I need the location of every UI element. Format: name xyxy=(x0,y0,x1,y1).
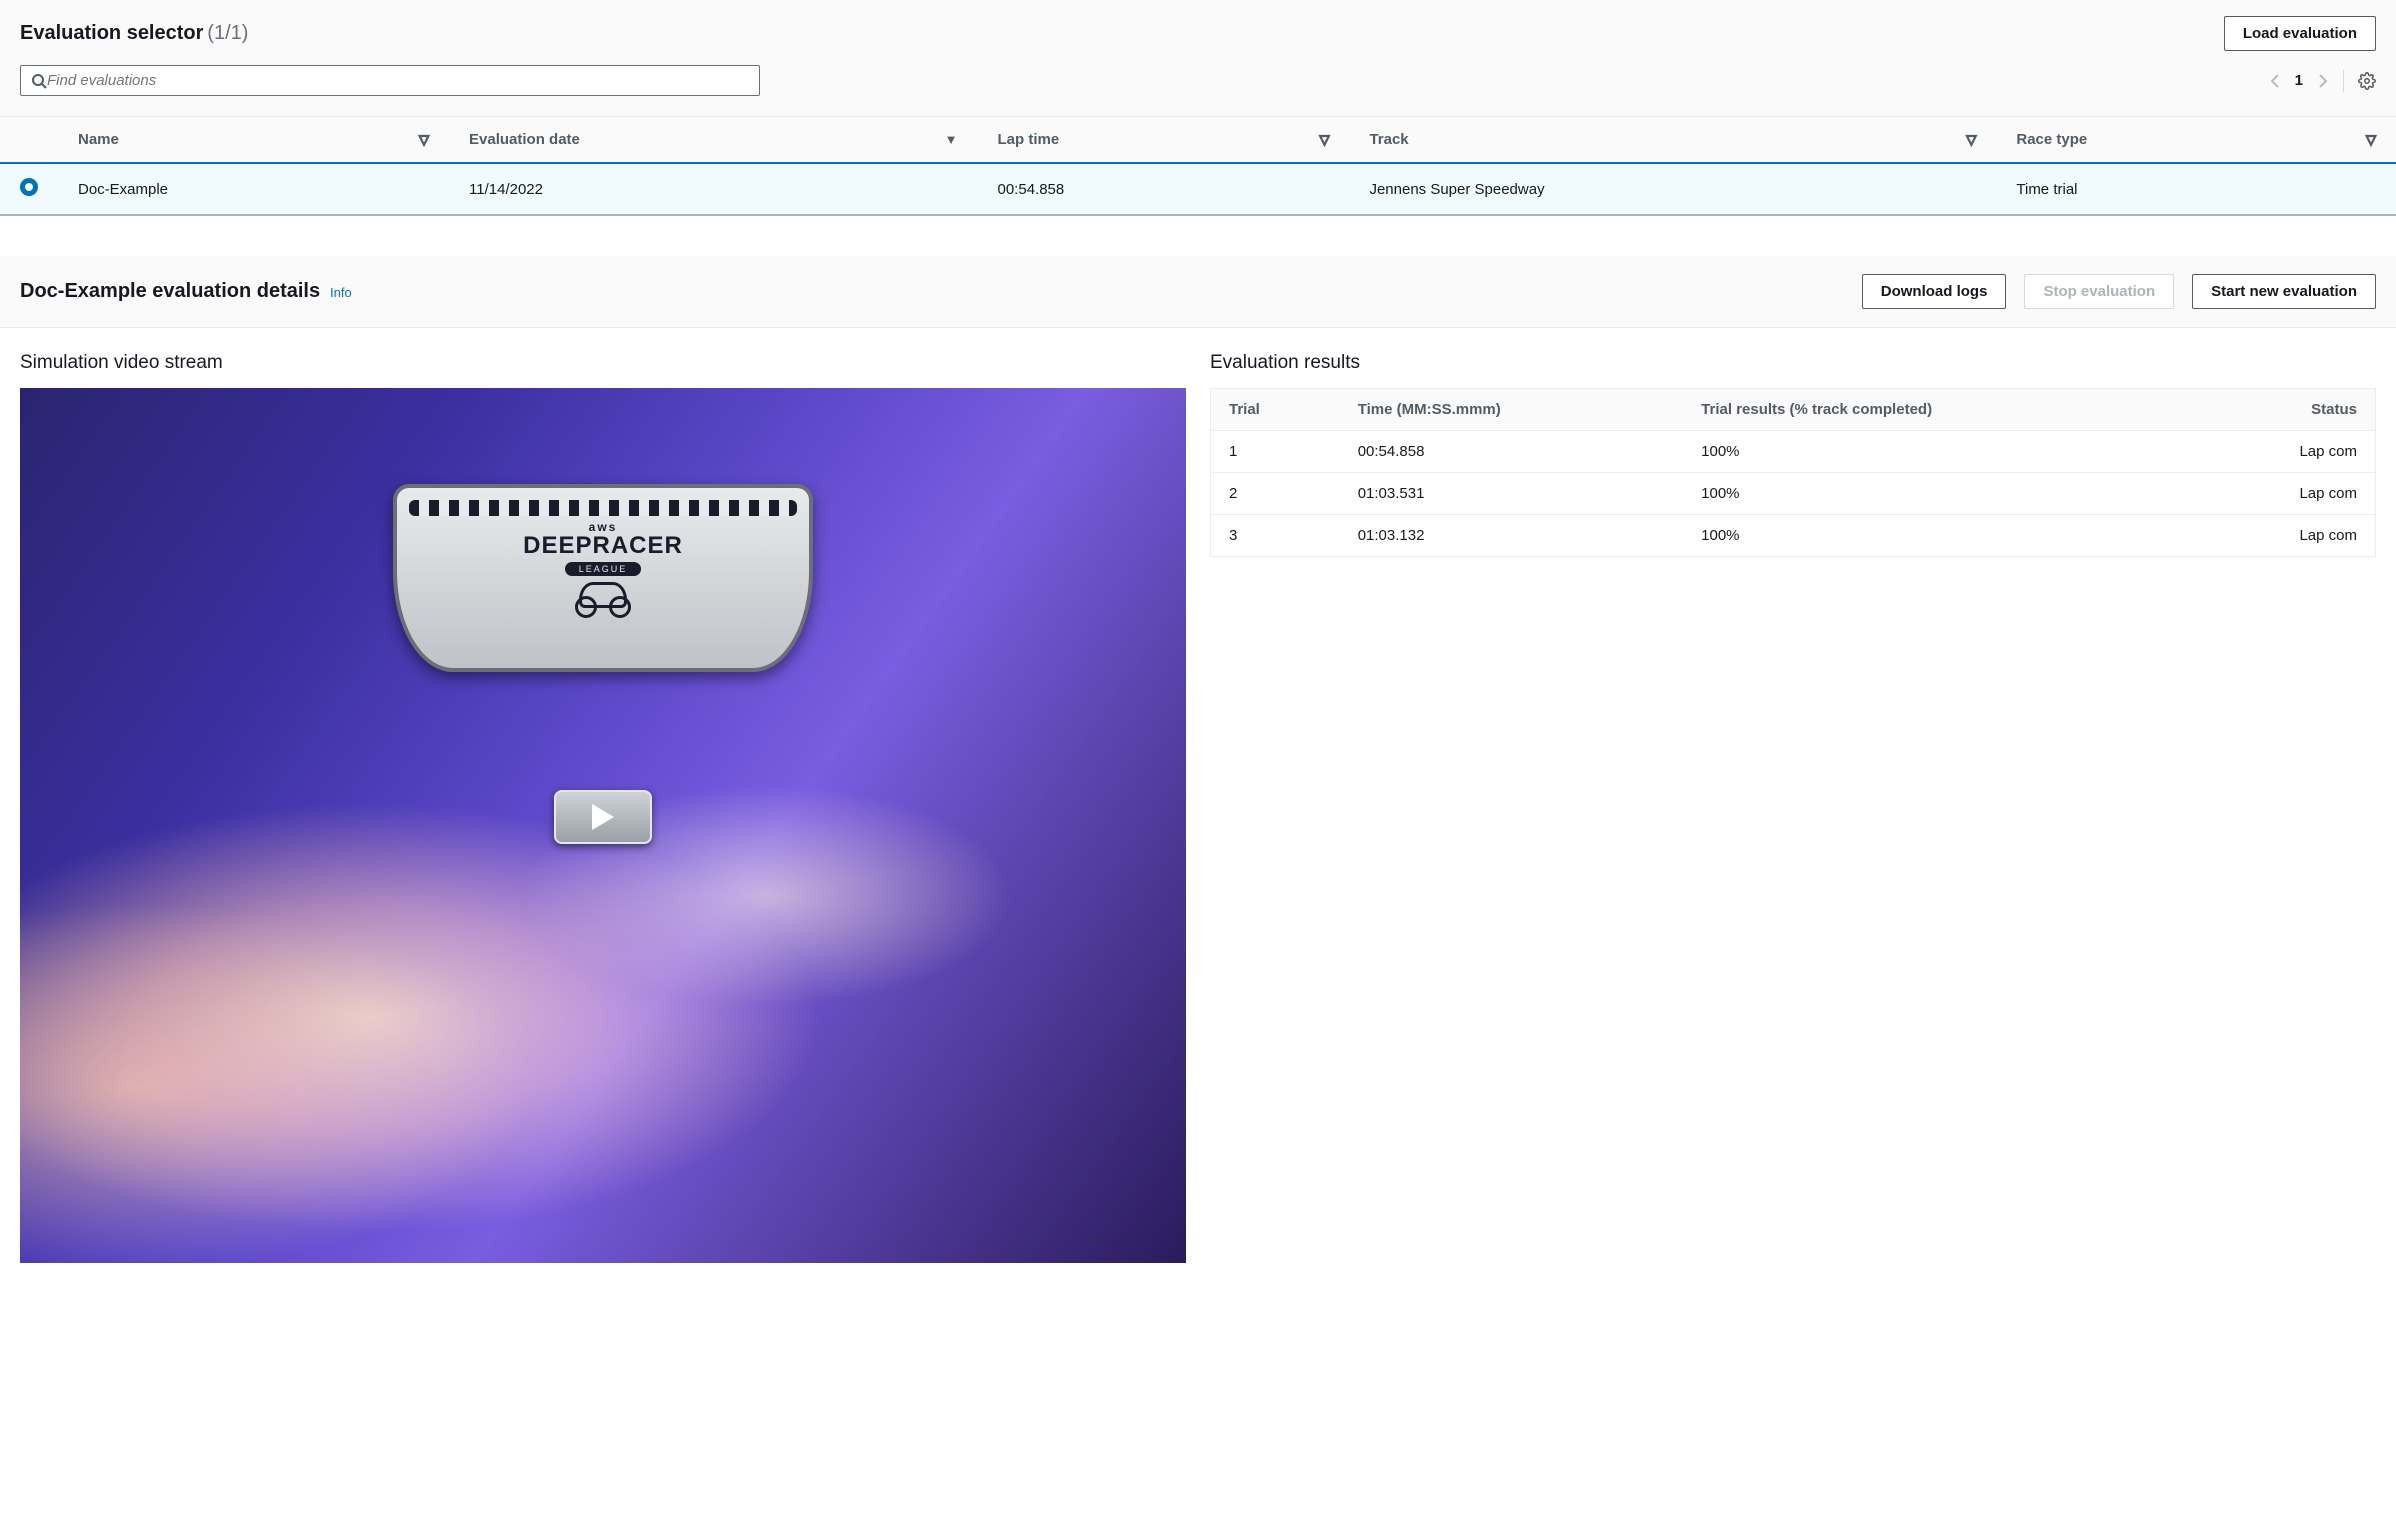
search-input[interactable] xyxy=(47,72,749,89)
stop-evaluation-button: Stop evaluation xyxy=(2024,274,2174,309)
row-date: 11/14/2022 xyxy=(449,163,977,215)
results-cell-time: 01:03.531 xyxy=(1340,473,1683,515)
col-name[interactable]: Name▽ xyxy=(58,117,449,163)
details-title: Doc-Example evaluation details xyxy=(20,280,320,302)
col-race[interactable]: Race type▽ xyxy=(1996,117,2396,163)
tools-separator xyxy=(2343,70,2344,92)
results-row: 301:03.132100%Lap com xyxy=(1211,515,2376,557)
row-track: Jennens Super Speedway xyxy=(1349,163,1996,215)
start-new-evaluation-button[interactable]: Start new evaluation xyxy=(2192,274,2376,309)
col-lap[interactable]: Lap time▽ xyxy=(978,117,1350,163)
col-time: Time (MM:SS.mmm) xyxy=(1340,389,1683,431)
selector-title: Evaluation selector xyxy=(20,22,203,44)
col-pct: Trial results (% track completed) xyxy=(1683,389,2195,431)
results-table: Trial Time (MM:SS.mmm) Trial results (% … xyxy=(1210,388,2376,557)
col-track[interactable]: Track▽ xyxy=(1349,117,1996,163)
load-evaluation-button[interactable]: Load evaluation xyxy=(2224,16,2376,51)
results-cell-time: 01:03.132 xyxy=(1340,515,1683,557)
results-cell-pct: 100% xyxy=(1683,473,2195,515)
page-number: 1 xyxy=(2295,72,2303,89)
col-trial: Trial xyxy=(1211,389,1340,431)
results-title: Evaluation results xyxy=(1210,352,2376,374)
evaluations-table: Name▽ Evaluation date▼ Lap time▽ Track▽ … xyxy=(0,117,2396,216)
results-cell-pct: 100% xyxy=(1683,431,2195,473)
results-cell-trial: 3 xyxy=(1211,515,1340,557)
video-title: Simulation video stream xyxy=(20,352,1186,374)
prev-page-icon xyxy=(2269,73,2281,89)
results-cell-pct: 100% xyxy=(1683,515,2195,557)
results-cell-time: 00:54.858 xyxy=(1340,431,1683,473)
play-icon[interactable] xyxy=(554,790,652,844)
col-date[interactable]: Evaluation date▼ xyxy=(449,117,977,163)
results-row: 100:54.858100%Lap com xyxy=(1211,431,2376,473)
results-cell-status: Lap com xyxy=(2195,515,2375,557)
results-row: 201:03.531100%Lap com xyxy=(1211,473,2376,515)
row-name: Doc-Example xyxy=(58,163,449,215)
gear-icon[interactable] xyxy=(2358,72,2376,90)
col-status: Status xyxy=(2195,389,2375,431)
evaluation-selector-header: Evaluation selector (1/1) Load evaluatio… xyxy=(0,0,2396,117)
results-panel: Evaluation results Trial Time (MM:SS.mmm… xyxy=(1210,352,2376,557)
results-cell-status: Lap com xyxy=(2195,473,2375,515)
details-header: Doc-Example evaluation details Info Down… xyxy=(0,256,2396,328)
row-race: Time trial xyxy=(1996,163,2396,215)
next-page-icon xyxy=(2317,73,2329,89)
download-logs-button[interactable]: Download logs xyxy=(1862,274,2007,309)
table-row[interactable]: Doc-Example 11/14/2022 00:54.858 Jennens… xyxy=(0,163,2396,215)
table-tools: 1 xyxy=(2269,70,2376,92)
search-input-wrapper[interactable] xyxy=(20,65,760,96)
results-cell-trial: 1 xyxy=(1211,431,1340,473)
row-lap: 00:54.858 xyxy=(978,163,1350,215)
selector-count: (1/1) xyxy=(207,22,248,44)
info-link[interactable]: Info xyxy=(330,285,352,300)
pagination: 1 xyxy=(2269,72,2329,89)
results-cell-status: Lap com xyxy=(2195,431,2375,473)
results-cell-trial: 2 xyxy=(1211,473,1340,515)
search-icon xyxy=(31,73,47,89)
deepracer-badge: aws DEEPRACER LEAGUE xyxy=(393,484,813,672)
simulation-video[interactable]: aws DEEPRACER LEAGUE xyxy=(20,388,1186,1263)
row-radio[interactable] xyxy=(20,178,38,196)
video-panel: Simulation video stream aws DEEPRACER LE… xyxy=(20,352,1186,1263)
selector-title-group: Evaluation selector (1/1) xyxy=(20,22,248,45)
